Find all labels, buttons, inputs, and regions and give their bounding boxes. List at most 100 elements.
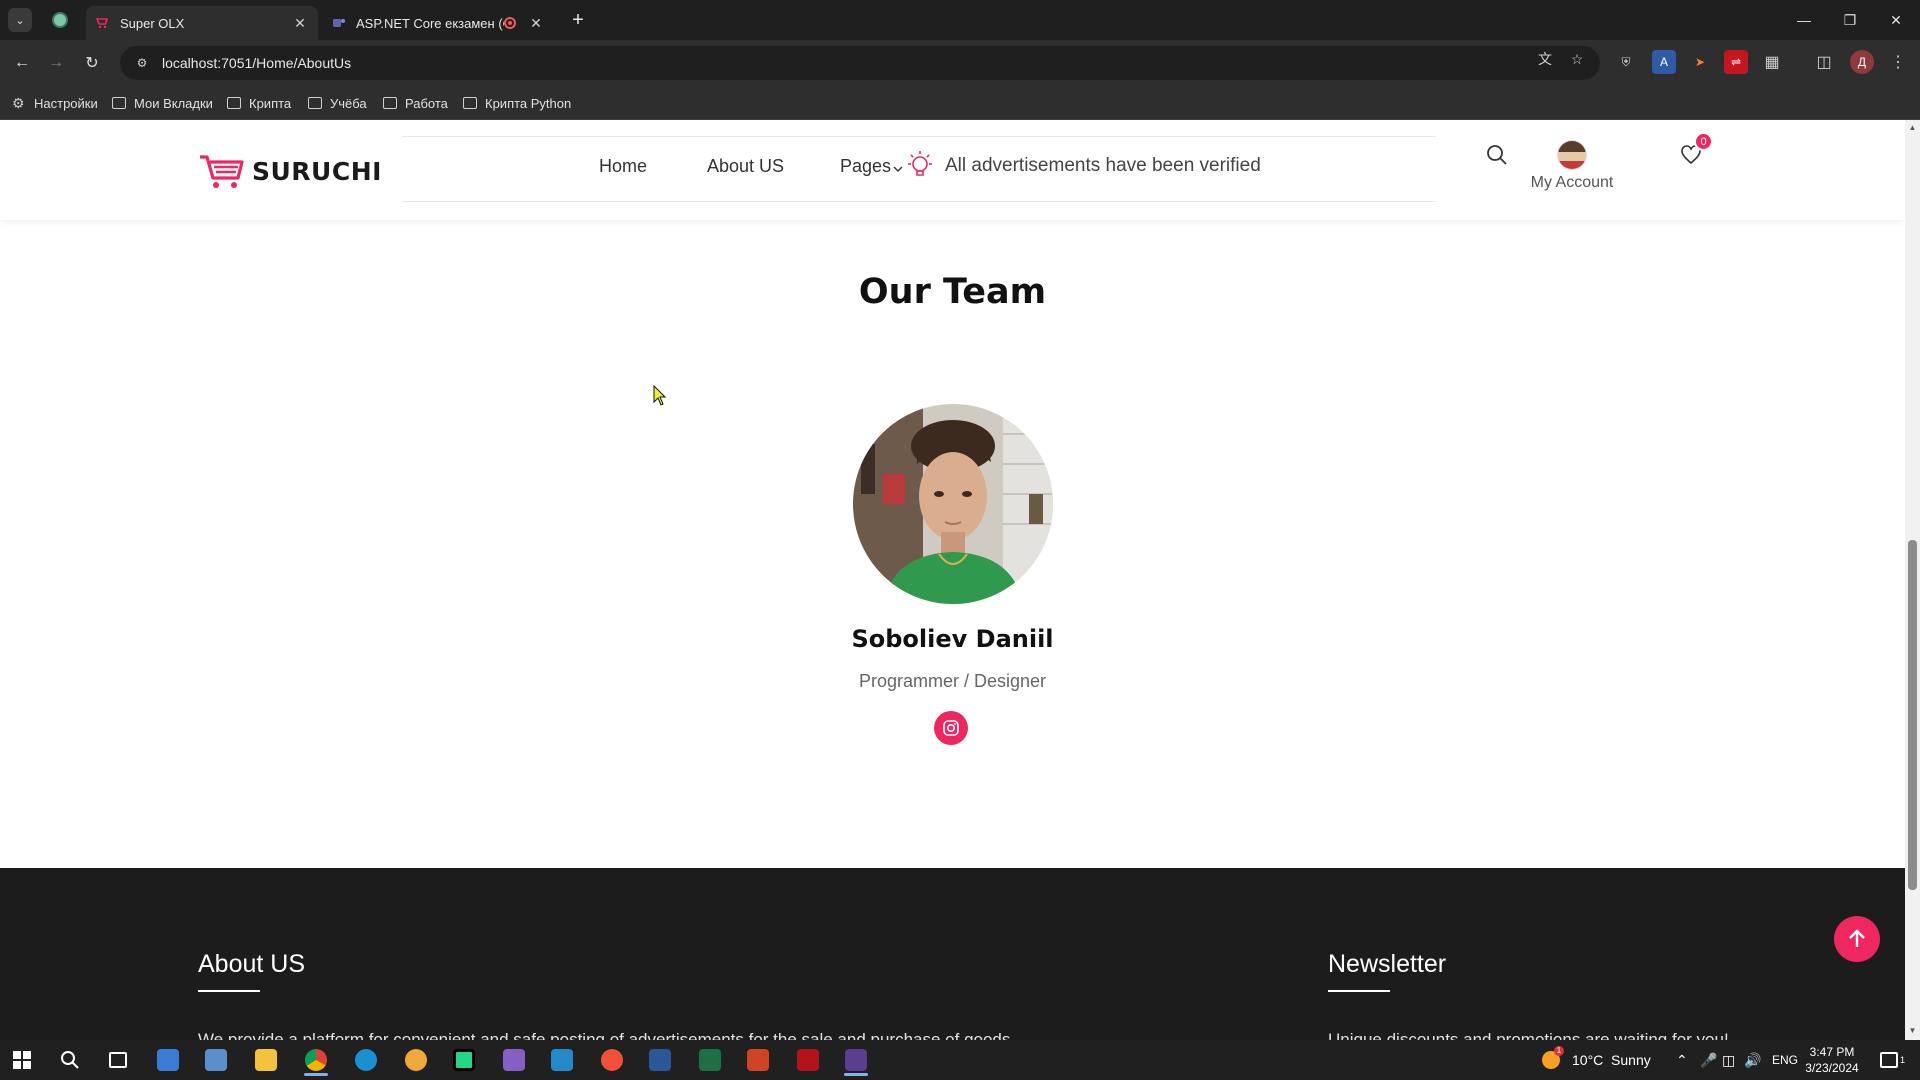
instagram-button[interactable]	[934, 711, 968, 745]
team-section-title: Our Team	[858, 272, 1047, 312]
chrome-icon[interactable]	[296, 1044, 336, 1076]
site-info-icon[interactable]: ⚙	[132, 53, 152, 73]
bookmark-folder-tabs[interactable]: Мои Вкладки	[112, 94, 213, 112]
bookmark-folder-crypto-python[interactable]: Крипта Python	[463, 94, 571, 112]
address-bar[interactable]: ⚙ localhost:7051/Home/AboutUs	[120, 46, 1600, 80]
close-tab-icon[interactable]: ✕	[528, 15, 544, 31]
bookmarks-bar: ⚙ Настройки Мои Вкладки Крипта Учёба Рабо…	[0, 86, 1920, 120]
file-explorer-icon[interactable]	[246, 1044, 286, 1076]
bookmark-folder-work[interactable]: Работа	[383, 94, 448, 112]
translate-extension-icon[interactable]: A	[1652, 50, 1676, 74]
clock-time: 3:47 PM	[1809, 1045, 1855, 1059]
visual-studio-icon[interactable]	[494, 1044, 534, 1076]
scroll-up-arrow-icon[interactable]: ▲	[1908, 123, 1917, 132]
bookmark-label: Учёба	[330, 95, 367, 111]
terminal-app-icon[interactable]	[836, 1044, 876, 1076]
page-scrollbar[interactable]: ▲ ▼	[1905, 120, 1920, 1040]
nav-pages[interactable]: Pages	[840, 156, 891, 177]
tray-chevron-up-icon[interactable]: ⌃	[1676, 1040, 1688, 1080]
powerpoint-icon[interactable]	[738, 1044, 778, 1076]
back-icon[interactable]: ←	[8, 49, 36, 77]
swift-extension-icon[interactable]: ➤	[1688, 50, 1712, 74]
close-tab-icon[interactable]: ✕	[292, 15, 308, 31]
minimize-icon[interactable]: —	[1781, 0, 1827, 40]
cart-favicon-icon	[96, 18, 109, 29]
footer-newsletter-underline	[1328, 990, 1390, 992]
chat-bubble-icon	[1880, 1052, 1898, 1068]
member-name: Soboliev Daniil	[851, 625, 1054, 653]
network-icon[interactable]: ◫	[1722, 1040, 1735, 1080]
bookmark-star-icon[interactable]: ☆	[1564, 46, 1590, 72]
nav-home[interactable]: Home	[599, 156, 647, 177]
pycharm-icon[interactable]	[444, 1044, 484, 1076]
weather-text: 10°C Sunny	[1572, 1052, 1651, 1068]
page-viewport: SURUCHI Home About US Pages All advertis…	[0, 120, 1905, 1040]
folder-icon	[383, 97, 397, 109]
my-account[interactable]: My Account	[1522, 140, 1622, 192]
profile-avatar-icon[interactable]: Д	[1850, 50, 1874, 74]
scrollbar-thumb[interactable]	[1908, 540, 1917, 890]
bookmark-label: Мои Вкладки	[134, 95, 213, 111]
wishlist-count-badge: 0	[1694, 132, 1713, 151]
portrait-image	[853, 404, 1053, 604]
reload-icon[interactable]: ↻	[78, 49, 106, 77]
site-footer: About US We provide a platform for conve…	[0, 868, 1905, 1040]
microphone-icon[interactable]: 🎤	[1700, 1040, 1717, 1080]
taskbar-clock[interactable]: 3:47 PM 3/23/2024	[1790, 1044, 1874, 1076]
logo-text: SURUCHI	[252, 156, 382, 186]
extensions-puzzle-icon[interactable]: ▦	[1760, 50, 1784, 74]
task-view-icon[interactable]	[98, 1044, 138, 1076]
translate-icon[interactable]: 文	[1532, 46, 1558, 72]
volume-icon[interactable]: 🔊	[1744, 1040, 1761, 1080]
start-button[interactable]	[2, 1044, 42, 1076]
new-tab-button[interactable]: +	[566, 8, 590, 32]
pdf-app-icon[interactable]	[788, 1044, 828, 1076]
scroll-down-arrow-icon[interactable]: ▼	[1908, 1026, 1917, 1035]
side-panel-icon[interactable]: ◫	[1812, 50, 1836, 74]
member-role: Programmer / Designer	[858, 671, 1047, 691]
close-window-icon[interactable]: ✕	[1873, 0, 1919, 40]
store-icon[interactable]	[148, 1044, 188, 1076]
tab-title: ASP.NET Core екзамен (Co	[356, 15, 504, 31]
scroll-to-top-button[interactable]	[1834, 916, 1880, 962]
excel-icon[interactable]	[690, 1044, 730, 1076]
notifications-icon[interactable]: 1	[1880, 1040, 1905, 1080]
pinned-tab-chatgpt[interactable]	[44, 6, 76, 34]
calculator-icon[interactable]	[196, 1044, 236, 1076]
swift-app-icon[interactable]	[592, 1044, 632, 1076]
word-icon[interactable]	[640, 1044, 680, 1076]
forward-icon[interactable]: →	[42, 49, 70, 77]
weather-widget[interactable]: 1 10°C Sunny	[1542, 1040, 1651, 1080]
pdf-extension-icon[interactable]: ⇌	[1724, 50, 1748, 74]
gear-icon: ⚙	[12, 95, 25, 111]
search-taskbar-icon[interactable]	[50, 1044, 90, 1076]
site-header: SURUCHI Home About US Pages All advertis…	[0, 120, 1905, 220]
lightbulb-icon	[908, 151, 932, 176]
tor-browser-icon[interactable]	[396, 1044, 436, 1076]
edge-icon[interactable]	[346, 1044, 386, 1076]
bookmark-label: Крипта	[249, 95, 292, 111]
account-avatar	[1557, 140, 1587, 170]
bookmark-folder-study[interactable]: Учёба	[308, 94, 367, 112]
vscode-icon[interactable]	[542, 1044, 582, 1076]
notice-text: All advertisements have been verified	[945, 155, 1261, 176]
tab-search-icon[interactable]: ⌄	[8, 8, 32, 32]
tab-super-olx[interactable]: Super OLX ✕	[86, 6, 318, 40]
folder-icon	[463, 97, 477, 109]
folder-icon	[112, 97, 126, 109]
nav-about-us[interactable]: About US	[707, 156, 784, 177]
arrow-up-icon	[1849, 929, 1865, 947]
site-logo[interactable]: SURUCHI	[198, 152, 382, 190]
menu-kebab-icon[interactable]: ⋮	[1886, 50, 1910, 74]
teams-icon	[333, 19, 345, 27]
chevron-down-icon	[893, 166, 903, 172]
shield-extension-icon[interactable]: ⛨	[1614, 50, 1638, 74]
restore-icon[interactable]: ❐	[1827, 0, 1873, 40]
tab-aspnet-exam[interactable]: ASP.NET Core екзамен (Co ✕	[322, 6, 554, 40]
windows-logo-icon	[13, 1051, 31, 1069]
chatgpt-icon	[52, 12, 68, 28]
bookmark-settings[interactable]: ⚙ Настройки	[12, 94, 98, 112]
search-icon[interactable]	[1486, 144, 1508, 166]
bookmark-folder-crypto[interactable]: Крипта	[227, 94, 291, 112]
instagram-icon	[943, 720, 959, 736]
